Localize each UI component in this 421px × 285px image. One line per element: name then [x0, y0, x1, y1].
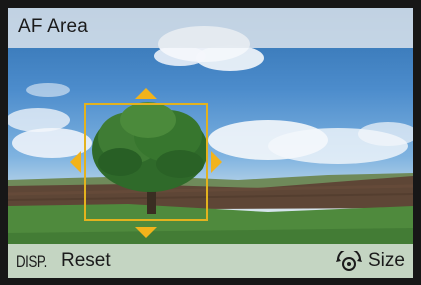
guide-bar: DISP. Reset Size	[8, 244, 413, 278]
move-left-arrow-icon[interactable]	[70, 151, 81, 173]
disp-button-label[interactable]: DISP.	[16, 252, 47, 272]
af-area-frame[interactable]	[84, 103, 208, 221]
camera-screen: AF Area DISP. Reset Size	[0, 0, 421, 285]
screen-title: AF Area	[18, 16, 89, 37]
move-down-arrow-icon[interactable]	[135, 227, 157, 238]
title-bar: AF Area	[8, 8, 413, 48]
landscape-scene	[8, 26, 413, 278]
move-up-arrow-icon[interactable]	[135, 88, 157, 99]
move-right-arrow-icon[interactable]	[211, 151, 222, 173]
rear-dial-icon[interactable]	[336, 251, 362, 271]
reset-label[interactable]: Reset	[61, 250, 111, 272]
size-label[interactable]: Size	[368, 250, 405, 272]
live-view	[8, 8, 413, 278]
